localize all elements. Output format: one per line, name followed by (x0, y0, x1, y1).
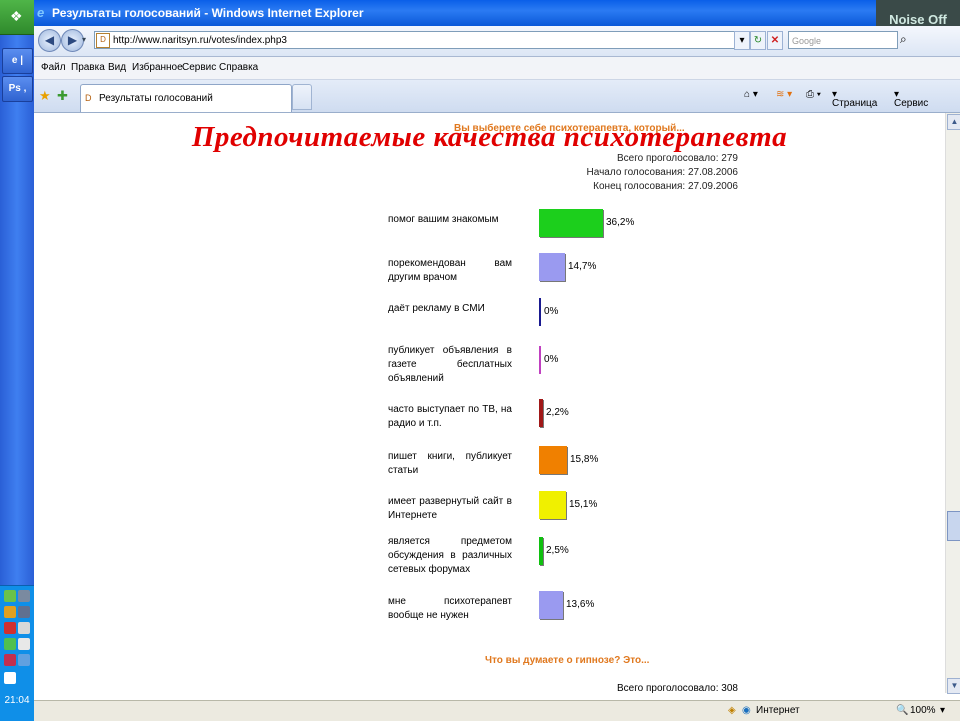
result-bar (539, 253, 565, 281)
result-bar (539, 298, 541, 326)
forward-button[interactable]: ▶ (61, 29, 84, 52)
result-bar (539, 591, 563, 619)
zoom-dropdown-icon[interactable]: ▾ (940, 705, 945, 716)
result-percent: 15,1% (569, 499, 598, 510)
tab-label: Результаты голосований (99, 93, 213, 104)
scroll-up-button[interactable]: ▲ (947, 114, 960, 130)
poll-question-2[interactable]: Что вы думаете о гипнозе? Это... (485, 655, 649, 666)
result-percent: 0% (544, 354, 559, 365)
menu-help[interactable]: Справка (219, 62, 258, 73)
result-bar (539, 346, 541, 374)
end-date: Конец голосования: 27.09.2006 (593, 181, 738, 192)
start-button[interactable]: ❖ (0, 0, 34, 35)
option-label: порекомендован вам другим врачом (388, 258, 512, 283)
result-bar (539, 537, 543, 565)
tab-results[interactable]: D Результаты голосований (80, 84, 292, 112)
page-favicon-icon: D (96, 33, 110, 48)
vertical-scrollbar[interactable]: ▲ ▼ (945, 113, 960, 694)
search-icon[interactable]: ⌕ (900, 32, 907, 47)
slide-title: Предпочитаемые качества психотерапевта (191, 121, 788, 153)
print-icon[interactable]: ⎙ ▾ (806, 89, 821, 100)
window-title: Результаты голосований - Windows Interne… (52, 6, 364, 20)
result-bar (539, 399, 543, 427)
result-bar (539, 209, 603, 237)
ie-icon: e (37, 5, 45, 20)
page-content: Вы выберете себе психотерапевта, который… (34, 113, 945, 693)
option-label: часто выступает по ТВ, на радио и т.п. (388, 404, 512, 429)
window-titlebar[interactable]: e Результаты голосований - Windows Inter… (34, 0, 960, 26)
favorites-star-icon[interactable]: ★ (39, 88, 51, 104)
total-votes: Всего проголосовало: 279 (616, 153, 738, 164)
back-button[interactable]: ◀ (38, 29, 61, 52)
tray-update-icon[interactable] (4, 654, 16, 666)
option-label: помог вашим знакомым (388, 214, 499, 225)
refresh-button[interactable]: ↻ (750, 31, 766, 50)
menu-view[interactable]: Вид (108, 62, 126, 73)
tab-bar: ★ ✚ D Результаты голосований ⌂ ▾ ≋ ▾ ⎙ ▾… (34, 80, 960, 113)
menu-edit[interactable]: Правка (71, 62, 105, 73)
home-icon[interactable]: ⌂ ▾ (744, 89, 758, 100)
result-percent: 13,6% (566, 599, 595, 610)
history-dropdown-icon[interactable]: ▾ (82, 35, 86, 44)
result-bar (539, 491, 566, 519)
result-percent: 2,2% (546, 407, 569, 418)
zoom-level[interactable]: 100% (910, 705, 936, 716)
option-label: является предметом обсуждения в различны… (388, 536, 512, 575)
volume-icon[interactable] (18, 638, 30, 650)
menu-tools[interactable]: Сервис (182, 62, 216, 73)
tray-network-icon[interactable] (4, 590, 16, 602)
tray-app-icon[interactable] (18, 590, 30, 602)
zoom-icon[interactable]: 🔍 (896, 705, 908, 716)
address-input[interactable]: http://www.naritsyn.ru/votes/index.php3 (94, 31, 742, 49)
scroll-down-button[interactable]: ▼ (947, 678, 960, 694)
taskbar-button-ie[interactable]: e | (2, 48, 33, 74)
tools-menu-button[interactable]: Сервис ▾ (894, 89, 928, 109)
scroll-thumb[interactable] (947, 511, 960, 541)
tray-messenger-icon[interactable] (4, 638, 16, 650)
windows-logo-icon: ❖ (10, 8, 23, 24)
zone-label: Интернет (756, 705, 800, 716)
new-tab-button[interactable] (292, 84, 312, 110)
result-percent: 15,8% (570, 454, 599, 465)
tray-security-icon[interactable] (4, 606, 16, 618)
total-votes-2: Всего проголосовало: 308 (616, 683, 738, 693)
status-bar: ◈ ◉ Интернет 🔍 100% ▾ (34, 700, 960, 721)
search-input[interactable]: Google (788, 31, 898, 49)
tray-usb-icon[interactable] (4, 672, 16, 684)
address-dropdown-button[interactable]: ▾ (734, 31, 750, 50)
tray-search-icon[interactable] (18, 654, 30, 666)
result-percent: 2,5% (546, 545, 569, 556)
stop-button[interactable]: ✕ (767, 31, 783, 50)
option-label: мне психотерапевт вообще не нужен (388, 596, 512, 621)
option-label: даёт рекламу в СМИ (388, 303, 485, 314)
result-percent: 14,7% (568, 261, 597, 272)
result-percent: 36,2% (606, 217, 635, 228)
add-favorites-icon[interactable]: ✚ (57, 88, 68, 104)
protected-mode-icon: ◈ (728, 705, 736, 716)
result-percent: 0% (544, 306, 559, 317)
feeds-icon[interactable]: ≋ ▾ (776, 89, 792, 100)
tray-monitor-icon[interactable] (18, 606, 30, 618)
menu-bar: Файл Правка Вид Избранное Сервис Справка (34, 57, 960, 80)
start-date: Начало голосования: 27.08.2006 (586, 167, 738, 178)
option-label: публикует объявления в газете бесплатных… (388, 345, 512, 384)
menu-file[interactable]: Файл (41, 62, 66, 73)
option-label: имеет развернутый сайт в Интернете (388, 496, 512, 521)
address-toolbar: ◀ ▶ ▾ http://www.naritsyn.ru/votes/index… (34, 26, 960, 57)
result-bar (539, 446, 567, 474)
option-label: пишет книги, публикует статьи (388, 451, 512, 476)
page-menu-button[interactable]: Страница ▾ (832, 89, 877, 109)
menu-favorites[interactable]: Избранное (132, 62, 183, 73)
taskbar-button-photoshop[interactable]: Ps , (2, 76, 33, 102)
tray-device-icon[interactable] (18, 622, 30, 634)
internet-zone-icon: ◉ (742, 705, 751, 716)
tray-antivirus-icon[interactable] (4, 622, 16, 634)
tab-favicon-icon: D (85, 93, 92, 103)
clock[interactable]: 21:04 (0, 695, 34, 706)
